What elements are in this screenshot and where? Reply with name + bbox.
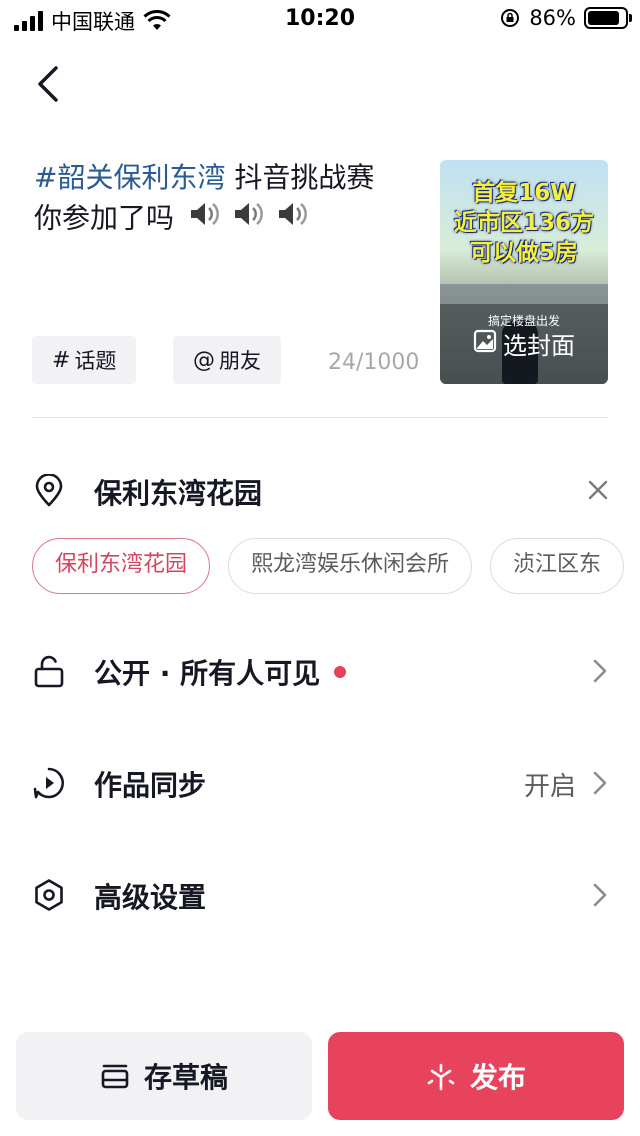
image-icon <box>473 329 497 359</box>
status-bar: 中国联通 10:20 86% <box>0 0 640 40</box>
location-suggestions: 保利东湾花园 熙龙湾娱乐休闲会所 浈江区东 <box>32 538 640 594</box>
chevron-right-icon <box>593 659 607 683</box>
save-draft-label: 存草稿 <box>143 1061 228 1094</box>
sync-label: 作品同步 <box>94 769 207 802</box>
advanced-settings-row[interactable]: 高级设置 <box>0 864 640 924</box>
caption-text-2: 你参加了吗 <box>34 201 175 235</box>
at-icon: @ <box>193 347 215 373</box>
location-label: 保利东湾花园 <box>94 477 263 510</box>
cover-text-line: 近市区136方 <box>453 210 594 236</box>
location-suggestion-chip[interactable]: 浈江区东 <box>490 538 625 594</box>
back-button[interactable] <box>26 60 74 108</box>
mention-chip-label: 朋友 <box>219 349 261 373</box>
mention-chip[interactable]: @ 朋友 <box>173 336 281 384</box>
cover-text-line: 首复16W <box>472 180 576 206</box>
settings-hexagon-icon <box>35 879 63 911</box>
sync-row[interactable]: 作品同步 开启 <box>0 752 640 812</box>
orientation-lock-icon <box>501 9 520 27</box>
speaker-emoji-icon <box>231 198 271 241</box>
sparkle-icon <box>426 1061 456 1091</box>
topic-chip[interactable]: # 话题 <box>32 336 137 384</box>
close-icon[interactable] <box>586 478 610 502</box>
caption-input[interactable]: #韶关保利东湾 抖音挑战赛 你参加了吗 <box>34 158 414 241</box>
advanced-settings-label: 高级设置 <box>94 881 207 914</box>
select-cover-label: 选封面 <box>503 332 575 360</box>
cover-overlay-text: 首复16W 近市区136方 可以做5房 <box>440 178 608 268</box>
char-counter: 24/1000 <box>328 350 420 375</box>
privacy-row[interactable]: 公开 · 所有人可见 <box>0 640 640 700</box>
divider <box>32 417 608 418</box>
cover-text-line: 可以做5房 <box>469 240 578 266</box>
chevron-right-icon <box>593 771 607 795</box>
notification-dot <box>334 666 347 678</box>
draft-box-icon <box>100 1061 130 1091</box>
unlock-icon <box>34 655 64 688</box>
speaker-emoji-icon <box>187 198 227 241</box>
status-right: 86% <box>499 6 632 30</box>
publish-button[interactable]: 发布 <box>328 1032 624 1120</box>
privacy-label: 公开 · 所有人可见 <box>94 652 347 692</box>
cover-thumbnail[interactable]: 首复16W 近市区136方 可以做5房 搞定楼盘出发 选封面 <box>440 160 608 384</box>
caption-hashtag[interactable]: #韶关保利东湾 <box>34 161 225 194</box>
chevron-right-icon <box>593 883 607 907</box>
caption-text-1: 抖音挑战赛 <box>225 161 375 194</box>
speaker-emoji-icon <box>275 198 315 241</box>
select-cover-button[interactable]: 选封面 <box>440 326 608 361</box>
location-suggestion-chip[interactable]: 熙龙湾娱乐休闲会所 <box>228 538 473 594</box>
chevron-left-icon <box>38 66 58 102</box>
hashtag-icon: # <box>52 347 71 373</box>
publish-label: 发布 <box>469 1061 526 1094</box>
sync-value: 开启 <box>523 772 576 802</box>
topic-chip-label: 话题 <box>74 349 117 373</box>
sync-icon <box>33 767 65 799</box>
location-suggestion-chip[interactable]: 保利东湾花园 <box>32 538 211 594</box>
battery-icon <box>584 7 632 29</box>
save-draft-button[interactable]: 存草稿 <box>16 1032 312 1120</box>
battery-percent: 86% <box>529 6 576 30</box>
location-row[interactable]: 保利东湾花园 <box>0 460 640 520</box>
location-pin-icon <box>35 474 63 507</box>
privacy-label-text: 公开 · 所有人可见 <box>94 657 321 690</box>
